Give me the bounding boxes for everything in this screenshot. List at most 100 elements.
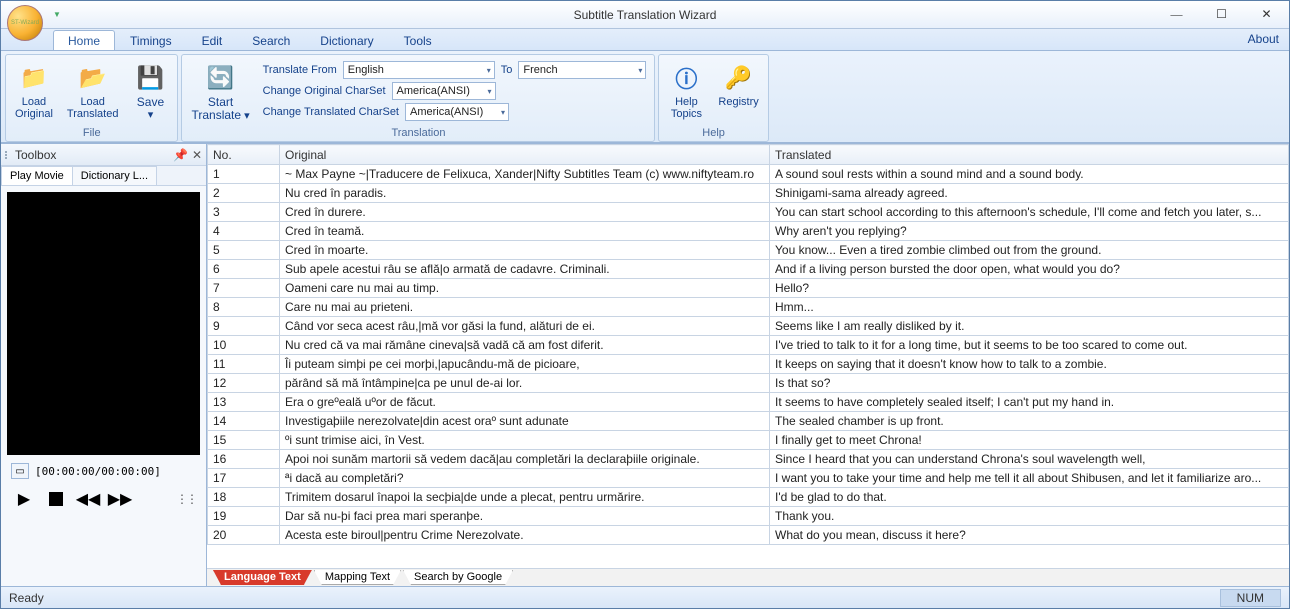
cell-no[interactable]: 10 (208, 336, 280, 355)
cell-original[interactable]: Când vor seca acest râu,|mă vor găsi la … (280, 317, 770, 336)
cell-no[interactable]: 20 (208, 526, 280, 545)
cell-translated[interactable]: I finally get to meet Chrona! (770, 431, 1289, 450)
cell-original[interactable]: Care nu mai au prieteni. (280, 298, 770, 317)
btab-mapping-text[interactable]: Mapping Text (314, 570, 401, 585)
cell-translated[interactable]: I'd be glad to do that. (770, 488, 1289, 507)
cell-translated[interactable]: Since I heard that you can understand Ch… (770, 450, 1289, 469)
cell-no[interactable]: 19 (208, 507, 280, 526)
table-row[interactable]: 14Investigaþiile nerezolvate|din acest o… (208, 412, 1289, 431)
cell-original[interactable]: Dar să nu-þi faci prea mari speranþe. (280, 507, 770, 526)
cell-no[interactable]: 9 (208, 317, 280, 336)
cell-no[interactable]: 12 (208, 374, 280, 393)
cell-no[interactable]: 11 (208, 355, 280, 374)
minimize-button[interactable]: — (1154, 3, 1199, 27)
cell-translated[interactable]: It keeps on saying that it doesn't know … (770, 355, 1289, 374)
col-original[interactable]: Original (280, 145, 770, 165)
cell-original[interactable]: Cred în teamă. (280, 222, 770, 241)
forward-button[interactable]: ▶▶ (107, 487, 133, 511)
cell-translated[interactable]: A sound soul rests within a sound mind a… (770, 165, 1289, 184)
table-row[interactable]: 15ºi sunt trimise aici, în Vest.I finall… (208, 431, 1289, 450)
cell-translated[interactable]: Is that so? (770, 374, 1289, 393)
cell-original[interactable]: Trimitem dosarul înapoi la secþia|de und… (280, 488, 770, 507)
table-row[interactable]: 16Apoi noi sunăm martorii să vedem dacă|… (208, 450, 1289, 469)
cell-no[interactable]: 18 (208, 488, 280, 507)
cell-original[interactable]: Nu cred în paradis. (280, 184, 770, 203)
cell-no[interactable]: 17 (208, 469, 280, 488)
cell-translated[interactable]: You know... Even a tired zombie climbed … (770, 241, 1289, 260)
cell-translated[interactable]: The sealed chamber is up front. (770, 412, 1289, 431)
cell-original[interactable]: Acesta este biroul|pentru Crime Nerezolv… (280, 526, 770, 545)
cell-translated[interactable]: What do you mean, discuss it here? (770, 526, 1289, 545)
cell-no[interactable]: 14 (208, 412, 280, 431)
cell-no[interactable]: 2 (208, 184, 280, 203)
cell-translated[interactable]: Shinigami-sama already agreed. (770, 184, 1289, 203)
btab-search-google[interactable]: Search by Google (403, 570, 513, 585)
tab-tools[interactable]: Tools (389, 30, 447, 50)
cell-original[interactable]: Nu cred că va mai rămâne cineva|să vadă … (280, 336, 770, 355)
cell-original[interactable]: Apoi noi sunăm martorii să vedem dacă|au… (280, 450, 770, 469)
tab-edit[interactable]: Edit (187, 30, 238, 50)
rewind-button[interactable]: ◀◀ (75, 487, 101, 511)
tab-dictionary[interactable]: Dictionary (305, 30, 388, 50)
cell-no[interactable]: 3 (208, 203, 280, 222)
registry-button[interactable]: 🔑 Registry (713, 59, 763, 111)
table-row[interactable]: 18Trimitem dosarul înapoi la secþia|de u… (208, 488, 1289, 507)
cell-translated[interactable]: Why aren't you replying? (770, 222, 1289, 241)
cell-original[interactable]: ºi sunt trimise aici, în Vest. (280, 431, 770, 450)
maximize-button[interactable]: ☐ (1199, 3, 1244, 27)
cell-translated[interactable]: It seems to have completely sealed itsel… (770, 393, 1289, 412)
table-row[interactable]: 11Îi puteam simþi pe cei morþi,|apucându… (208, 355, 1289, 374)
tr-charset-combo[interactable]: America(ANSI) (405, 103, 509, 121)
cell-original[interactable]: ~ Max Payne ~|Traducere de Felixuca, Xan… (280, 165, 770, 184)
more-controls-icon[interactable]: ⋮⋮ (176, 492, 196, 506)
sidebar-tab-dictionary[interactable]: Dictionary L... (72, 166, 157, 185)
qat-dropdown-icon[interactable]: ▼ (53, 10, 61, 19)
cell-no[interactable]: 8 (208, 298, 280, 317)
table-row[interactable]: 17ªi dacă au completări?I want you to ta… (208, 469, 1289, 488)
table-row[interactable]: 3Cred în durere.You can start school acc… (208, 203, 1289, 222)
btab-language-text[interactable]: Language Text (213, 570, 312, 585)
table-row[interactable]: 9Când vor seca acest râu,|mă vor găsi la… (208, 317, 1289, 336)
cell-original[interactable]: părând să mă întâmpine|ca pe unul de-ai … (280, 374, 770, 393)
table-row[interactable]: 1~ Max Payne ~|Traducere de Felixuca, Xa… (208, 165, 1289, 184)
cell-no[interactable]: 6 (208, 260, 280, 279)
cell-original[interactable]: Era o greºeală uºor de făcut. (280, 393, 770, 412)
start-translate-button[interactable]: 🔄 Start Translate ▾ (186, 59, 254, 125)
close-button[interactable]: ✕ (1244, 3, 1289, 27)
from-language-combo[interactable]: English (343, 61, 495, 79)
cell-no[interactable]: 16 (208, 450, 280, 469)
cell-no[interactable]: 15 (208, 431, 280, 450)
table-row[interactable]: 6Sub apele acestui râu se află|o armată … (208, 260, 1289, 279)
cell-translated[interactable]: Hmm... (770, 298, 1289, 317)
cell-original[interactable]: Îi puteam simþi pe cei morþi,|apucându-m… (280, 355, 770, 374)
cell-no[interactable]: 4 (208, 222, 280, 241)
table-row[interactable]: 7Oameni care nu mai au timp.Hello? (208, 279, 1289, 298)
cell-original[interactable]: Cred în moarte. (280, 241, 770, 260)
cell-translated[interactable]: Thank you. (770, 507, 1289, 526)
cell-no[interactable]: 13 (208, 393, 280, 412)
panel-close-icon[interactable]: ✕ (192, 148, 202, 162)
col-no[interactable]: No. (208, 145, 280, 165)
cell-translated[interactable]: And if a living person bursted the door … (770, 260, 1289, 279)
cell-original[interactable]: ªi dacă au completări? (280, 469, 770, 488)
cell-original[interactable]: Investigaþiile nerezolvate|din acest ora… (280, 412, 770, 431)
table-row[interactable]: 12părând să mă întâmpine|ca pe unul de-a… (208, 374, 1289, 393)
play-button[interactable]: ▶ (11, 487, 37, 511)
cell-translated[interactable]: You can start school according to this a… (770, 203, 1289, 222)
tab-search[interactable]: Search (237, 30, 305, 50)
cell-no[interactable]: 1 (208, 165, 280, 184)
table-row[interactable]: 13Era o greºeală uºor de făcut.It seems … (208, 393, 1289, 412)
about-link[interactable]: About (1248, 32, 1279, 46)
sidebar-tab-play-movie[interactable]: Play Movie (1, 166, 73, 185)
table-row[interactable]: 10Nu cred că va mai rămâne cineva|să vad… (208, 336, 1289, 355)
table-row[interactable]: 5Cred în moarte.You know... Even a tired… (208, 241, 1289, 260)
cell-translated[interactable]: Hello? (770, 279, 1289, 298)
load-original-button[interactable]: 📁 Load Original (10, 59, 58, 123)
help-topics-button[interactable]: ⓘ Help Topics (663, 59, 709, 123)
col-translated[interactable]: Translated (770, 145, 1289, 165)
cell-translated[interactable]: I want you to take your time and help me… (770, 469, 1289, 488)
table-row[interactable]: 8Care nu mai au prieteni.Hmm... (208, 298, 1289, 317)
cell-no[interactable]: 7 (208, 279, 280, 298)
load-translated-button[interactable]: 📂 Load Translated (62, 59, 124, 123)
tab-home[interactable]: Home (53, 30, 115, 50)
